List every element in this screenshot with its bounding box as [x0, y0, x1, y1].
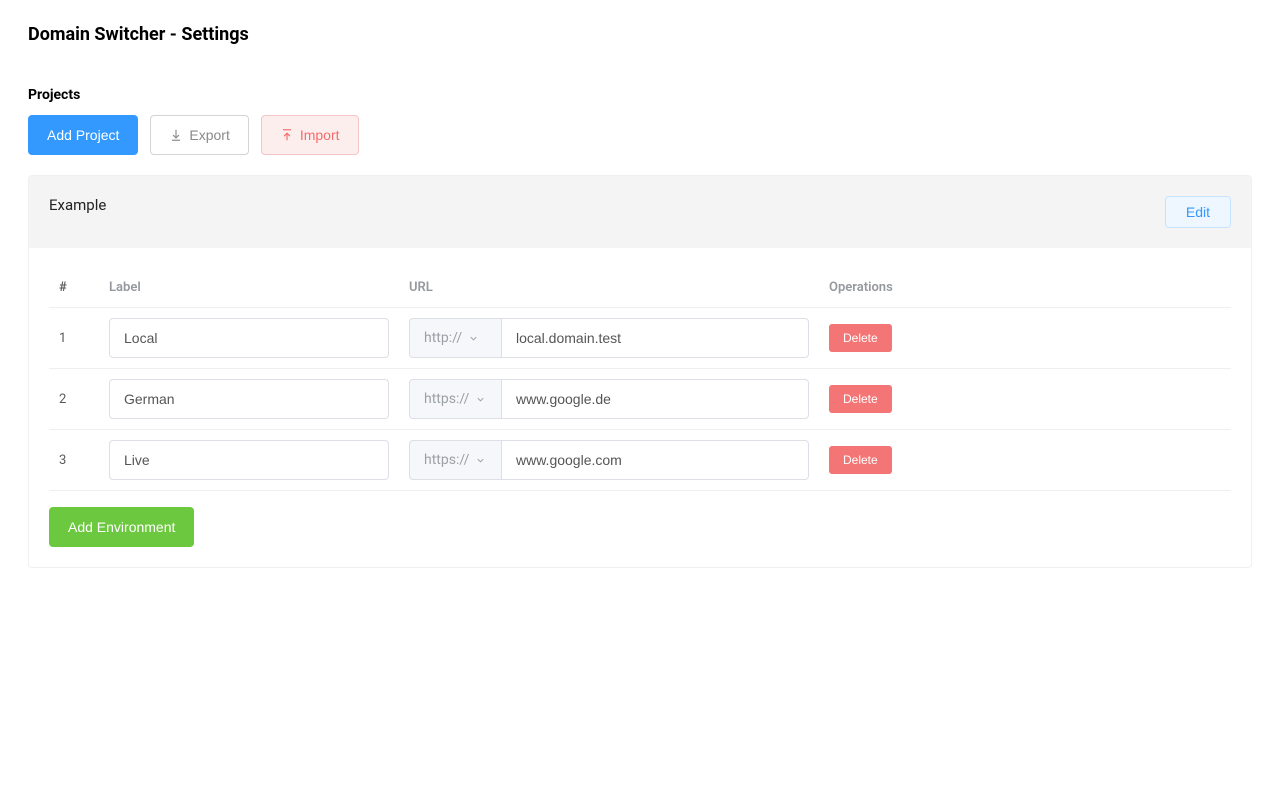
row-index: 3	[49, 430, 99, 491]
add-environment-button[interactable]: Add Environment	[49, 507, 194, 547]
scheme-select[interactable]: http://	[409, 318, 501, 358]
url-group: https://	[409, 379, 809, 419]
import-label: Import	[300, 127, 340, 143]
download-icon	[169, 128, 183, 142]
label-input[interactable]	[109, 379, 389, 419]
projects-heading: Projects	[28, 87, 1252, 103]
label-input[interactable]	[109, 318, 389, 358]
delete-label: Delete	[843, 453, 878, 467]
project-name: Example	[49, 196, 106, 214]
table-row: 1 http://	[49, 308, 1231, 369]
delete-label: Delete	[843, 331, 878, 345]
project-panel: Example Edit # Label URL Operations 1	[28, 175, 1252, 568]
table-row: 2 https://	[49, 369, 1231, 430]
host-input[interactable]	[501, 318, 809, 358]
environments-table: # Label URL Operations 1 http://	[49, 268, 1231, 491]
import-button[interactable]: Import	[261, 115, 359, 155]
export-label: Export	[189, 127, 229, 143]
chevron-down-icon	[475, 394, 486, 405]
scheme-value: https://	[424, 452, 469, 468]
scheme-select[interactable]: https://	[409, 379, 501, 419]
page-title: Domain Switcher - Settings	[28, 24, 1252, 45]
projects-toolbar: Add Project Export Import	[28, 115, 1252, 155]
chevron-down-icon	[468, 333, 479, 344]
upload-icon	[280, 128, 294, 142]
delete-button[interactable]: Delete	[829, 324, 892, 352]
col-header-index: #	[49, 268, 99, 308]
row-index: 1	[49, 308, 99, 369]
table-row: 3 https://	[49, 430, 1231, 491]
scheme-select[interactable]: https://	[409, 440, 501, 480]
url-group: https://	[409, 440, 809, 480]
url-group: http://	[409, 318, 809, 358]
row-index: 2	[49, 369, 99, 430]
edit-project-button[interactable]: Edit	[1165, 196, 1231, 228]
col-header-label: Label	[99, 268, 399, 308]
scheme-value: https://	[424, 391, 469, 407]
export-button[interactable]: Export	[150, 115, 248, 155]
scheme-value: http://	[424, 330, 462, 346]
col-header-operations: Operations	[819, 268, 1231, 308]
project-panel-body: # Label URL Operations 1 http://	[29, 248, 1251, 567]
add-environment-label: Add Environment	[68, 519, 175, 535]
add-project-label: Add Project	[47, 127, 119, 143]
project-panel-header: Example Edit	[29, 176, 1251, 248]
host-input[interactable]	[501, 379, 809, 419]
delete-button[interactable]: Delete	[829, 385, 892, 413]
delete-label: Delete	[843, 392, 878, 406]
col-header-url: URL	[399, 268, 819, 308]
edit-label: Edit	[1186, 204, 1210, 220]
chevron-down-icon	[475, 455, 486, 466]
host-input[interactable]	[501, 440, 809, 480]
delete-button[interactable]: Delete	[829, 446, 892, 474]
add-project-button[interactable]: Add Project	[28, 115, 138, 155]
label-input[interactable]	[109, 440, 389, 480]
